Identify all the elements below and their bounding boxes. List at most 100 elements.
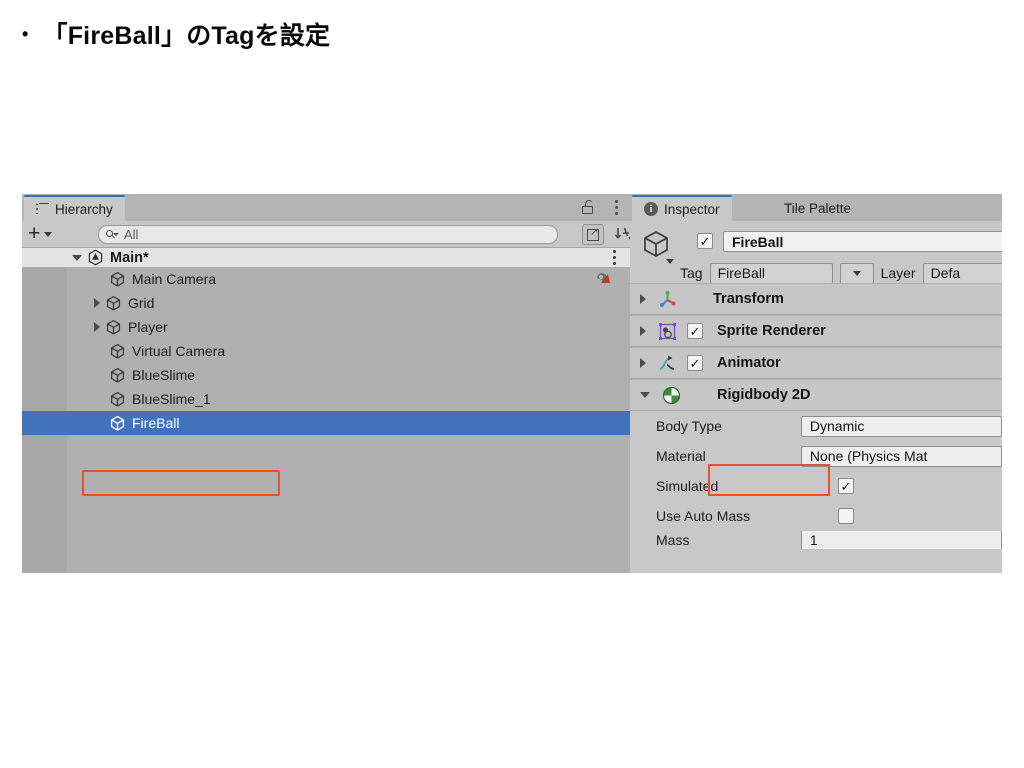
animator-icon [658, 354, 677, 373]
annotation-highlight-fireball-row [82, 470, 280, 496]
property-value-field[interactable]: 1 [800, 531, 1002, 549]
tag-layer-row: Tag FireBall Layer Defa [680, 261, 1002, 285]
inspector-body: ✓ FireBall Tag FireBall Layer Defa Trans… [630, 221, 1002, 573]
chevron-right-icon[interactable] [94, 298, 100, 308]
tab-tile-palette[interactable]: Tile Palette [772, 195, 863, 221]
rigidbody2d-icon [662, 386, 681, 405]
component-name: Transform [713, 291, 784, 307]
gameobject-cube-icon [109, 343, 126, 360]
lock-icon[interactable] [582, 200, 594, 214]
component-header[interactable]: Transform [630, 283, 1002, 315]
hierarchy-row-list: Main* Main Camera Grid Player Virtual Camera… [22, 248, 630, 435]
hierarchy-row-selected[interactable]: FireBall [22, 411, 630, 435]
property-label: Material [656, 448, 706, 464]
gameobject-cube-icon [109, 271, 126, 288]
hierarchy-tree[interactable]: Main* Main Camera Grid Player Virtual Camera… [22, 248, 630, 573]
hierarchy-tab-bar: Hierarchy [22, 194, 630, 221]
plus-icon: + [28, 222, 41, 245]
hierarchy-row-label: BlueSlime [132, 367, 196, 383]
property-checkbox[interactable]: ✓ [838, 508, 854, 524]
property-row: Body Type Dynamic [630, 411, 1002, 441]
bullet-icon: • [22, 24, 29, 44]
info-icon: i [644, 202, 658, 216]
hierarchy-row[interactable]: Grid [22, 291, 630, 315]
hierarchy-row-label: FireBall [132, 415, 180, 431]
chevron-down-icon[interactable] [72, 254, 82, 261]
chevron-down-icon [44, 231, 53, 237]
hierarchy-panel: Hierarchy + All ↗ Main* Main Camera Grid… [22, 194, 635, 573]
gameobject-cube-icon [109, 391, 126, 408]
chevron-down-icon[interactable] [640, 392, 650, 398]
add-gameobject-button[interactable]: + [28, 222, 53, 245]
page-title: • 「FireBall」のTagを設定 [22, 16, 330, 52]
property-label: Simulated [656, 478, 719, 494]
search-input[interactable]: All [98, 225, 558, 244]
rigidbody2d-properties: Body Type Dynamic Material None (Physics Ma… [630, 411, 1002, 549]
component-header[interactable]: ✓ Animator [630, 347, 1002, 379]
chevron-right-icon[interactable] [94, 322, 100, 332]
search-icon [106, 229, 119, 241]
hierarchy-row[interactable]: BlueSlime [22, 363, 630, 387]
gameobject-header: ✓ FireBall Tag FireBall Layer Defa [630, 221, 1002, 285]
gameobject-cube-icon [105, 295, 122, 312]
search-in-scene-icon[interactable]: ↗ [582, 224, 604, 245]
prefab-icon [595, 271, 612, 287]
hierarchy-row[interactable]: Main* [22, 248, 630, 267]
inspector-panel: i Inspector Tile Palette ✓ FireBall Tag … [630, 194, 1002, 573]
hierarchy-row[interactable]: Player [22, 315, 630, 339]
list-icon [36, 202, 49, 216]
search-input-value: All [124, 227, 139, 242]
component-name: Rigidbody 2D [717, 387, 811, 403]
gameobject-enabled-checkbox[interactable]: ✓ [697, 233, 713, 249]
gameobject-cube-icon [105, 319, 122, 336]
component-enabled-checkbox[interactable]: ✓ [687, 323, 703, 339]
property-row: Material None (Physics Mat [630, 441, 1002, 471]
chevron-right-icon[interactable] [640, 294, 646, 304]
component-name: Animator [717, 355, 781, 371]
gameobject-cube-icon [109, 415, 126, 432]
property-label: Use Auto Mass [656, 508, 751, 524]
chevron-right-icon[interactable] [640, 358, 646, 368]
property-value-field[interactable]: None (Physics Mat [800, 445, 1002, 467]
layer-label: Layer [880, 265, 916, 281]
kebab-menu-icon[interactable] [613, 250, 616, 265]
kebab-menu-icon[interactable] [615, 200, 618, 215]
hierarchy-row-label: Main Camera [132, 271, 217, 287]
hierarchy-row[interactable]: Main Camera [22, 267, 630, 291]
hierarchy-row-label: Player [128, 319, 168, 335]
hierarchy-row-label: Virtual Camera [132, 343, 226, 359]
component-name: Sprite Renderer [717, 323, 826, 339]
gameobject-name-field[interactable]: FireBall [723, 231, 1002, 252]
property-row: Mass 1 [630, 531, 1002, 549]
component-enabled-checkbox[interactable]: ✓ [687, 355, 703, 371]
tag-label: Tag [680, 265, 703, 281]
property-value-field[interactable]: Dynamic [800, 415, 1002, 437]
hierarchy-row-label: BlueSlime_1 [132, 391, 211, 407]
property-row: Use Auto Mass ✓ [630, 501, 1002, 531]
chevron-down-icon[interactable] [666, 259, 674, 264]
tab-inspector-label: Inspector [664, 201, 720, 217]
sprite-renderer-icon [658, 322, 677, 341]
property-label: Body Type [656, 418, 722, 434]
hierarchy-toolbar: + All ↗ [22, 221, 635, 248]
hierarchy-row-label: Grid [128, 295, 155, 311]
tab-inspector[interactable]: i Inspector [632, 195, 732, 221]
hierarchy-row[interactable]: BlueSlime_1 [22, 387, 630, 411]
gameobject-cube-icon [109, 367, 126, 384]
property-label: Mass [656, 532, 690, 548]
tag-dropdown-value[interactable]: FireBall [709, 262, 833, 284]
component-header[interactable]: Rigidbody 2D [630, 379, 1002, 411]
component-header[interactable]: ✓ Sprite Renderer [630, 315, 1002, 347]
inspector-tab-bar: i Inspector Tile Palette [630, 194, 1002, 221]
component-list: Transform ✓ Sprite Renderer ✓ Animator Rigidb… [630, 283, 1002, 411]
tab-hierarchy[interactable]: Hierarchy [24, 195, 125, 221]
property-checkbox[interactable]: ✓ [838, 478, 854, 494]
unity-editor-screenshot: Hierarchy + All ↗ Main* Main Camera Grid… [22, 194, 1002, 573]
tag-dropdown-arrow[interactable] [839, 262, 874, 284]
tab-hierarchy-label: Hierarchy [55, 201, 113, 217]
chevron-right-icon[interactable] [640, 326, 646, 336]
hierarchy-row-label: Main* [110, 249, 149, 266]
hierarchy-row[interactable]: Virtual Camera [22, 339, 630, 363]
layer-dropdown-value[interactable]: Defa [922, 262, 1002, 284]
unity-scene-icon [87, 249, 104, 266]
